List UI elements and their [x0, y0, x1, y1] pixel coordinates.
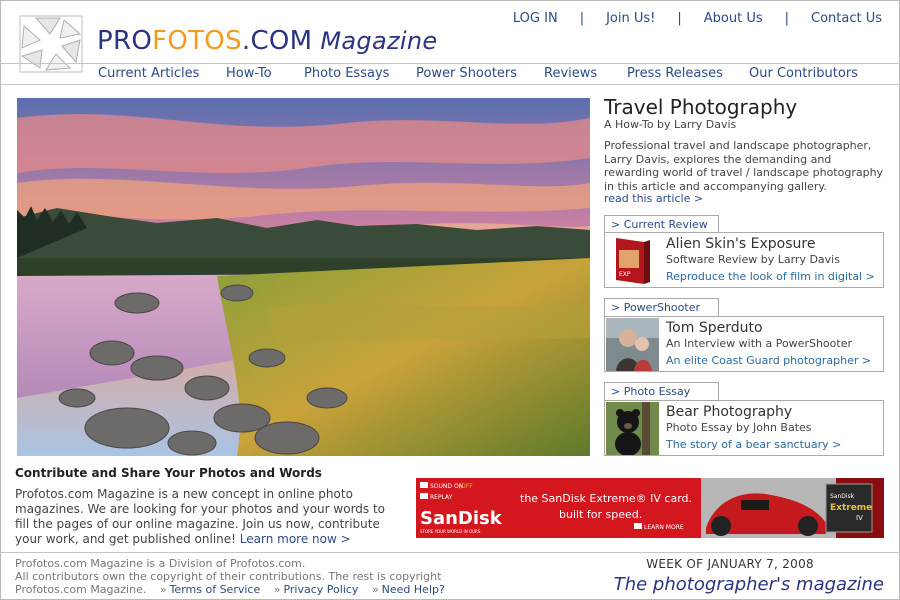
help-link[interactable]: Need Help?	[382, 583, 445, 596]
about-link[interactable]: About Us	[704, 11, 763, 26]
feature-title[interactable]: Travel Photography	[604, 95, 797, 119]
contribute-heading: Contribute and Share Your Photos and Wor…	[15, 466, 322, 480]
join-link[interactable]: Join Us!	[606, 11, 655, 26]
software-box-icon: EXP	[606, 234, 659, 287]
raquo: »	[159, 583, 167, 596]
bear-icon	[606, 402, 659, 455]
nav-photo-essays[interactable]: Photo Essays	[304, 66, 389, 81]
footer-line-1: Profotos.com Magazine is a Division of P…	[15, 557, 306, 570]
feature-read-more-link[interactable]: read this article >	[604, 192, 703, 205]
nav-reviews[interactable]: Reviews	[544, 66, 597, 81]
ad-card-size: IV	[856, 514, 863, 522]
svg-text:EXP: EXP	[619, 271, 631, 278]
portrait-icon	[606, 318, 659, 371]
tagline: The photographer's magazine	[613, 574, 884, 595]
tab-current-review[interactable]: > Current Review	[604, 215, 719, 233]
week-date: WEEK OF JANUARY 7, 2008	[646, 557, 814, 571]
sandisk-ad-banner[interactable]: SanDisk Extreme IV SOUND ON /OFF REPLAY …	[416, 478, 884, 538]
contact-link[interactable]: Contact Us	[811, 11, 882, 26]
ad-card-label: Extreme	[830, 503, 872, 513]
card-subtitle: An Interview with a PowerShooter	[666, 337, 852, 350]
nav-current-articles[interactable]: Current Articles	[98, 66, 199, 81]
footer-divider	[0, 552, 900, 553]
login-link[interactable]: LOG IN	[513, 11, 558, 26]
privacy-link[interactable]: Privacy Policy	[283, 583, 358, 596]
separator: |	[579, 11, 585, 26]
card-link[interactable]: Reproduce the look of film in digital >	[666, 270, 875, 283]
card-powershooter[interactable]: Tom Sperduto An Interview with a PowerSh…	[604, 316, 884, 372]
footer-line-2: All contributors own the copyright of th…	[15, 570, 455, 596]
ad-brand-logo: SanDisk	[420, 508, 503, 529]
brand-com: .COM	[241, 26, 313, 56]
brand-fotos: FOTOS	[152, 26, 242, 56]
card-current-review[interactable]: EXP Alien Skin's Exposure Software Revie…	[604, 232, 884, 288]
top-links: LOG IN | Join Us! | About Us | Contact U…	[513, 11, 882, 26]
terms-link[interactable]: Terms of Service	[170, 583, 261, 596]
ad-replay[interactable]: REPLAY	[430, 494, 453, 501]
separator: |	[677, 11, 682, 26]
ad-sound-off[interactable]: /OFF	[459, 483, 473, 490]
card-subtitle: Photo Essay by John Bates	[666, 421, 812, 434]
separator: |	[784, 11, 789, 26]
ad-learn-more[interactable]: LEARN MORE	[644, 524, 684, 531]
ad-headline-2: built for speed.	[559, 508, 642, 521]
nav-how-to[interactable]: How-To	[226, 66, 272, 81]
raquo: »	[371, 583, 379, 596]
ad-card-brand: SanDisk	[830, 493, 855, 500]
card-title[interactable]: Alien Skin's Exposure	[666, 236, 815, 252]
ad-headline-1: the SanDisk Extreme® IV card.	[520, 492, 692, 505]
brand-wordmark[interactable]: PROFOTOS.COM Magazine	[97, 26, 437, 56]
tab-powershooter[interactable]: > PowerShooter	[604, 298, 719, 316]
ad-brand-tag: STORE YOUR WORLD IN OURS	[420, 529, 481, 534]
contribute-body: Profotos.com Magazine is a new concept i…	[15, 487, 400, 547]
card-title[interactable]: Tom Sperduto	[666, 320, 763, 336]
raquo: »	[273, 583, 281, 596]
card-subtitle: Software Review by Larry Davis	[666, 253, 840, 266]
brand-pro: PRO	[97, 26, 153, 56]
nav-our-contributors[interactable]: Our Contributors	[749, 66, 858, 81]
card-link[interactable]: The story of a bear sanctuary >	[666, 438, 841, 451]
card-link[interactable]: An elite Coast Guard photographer >	[666, 354, 871, 367]
learn-more-link[interactable]: Learn more now >	[240, 532, 351, 546]
brand-magazine: Magazine	[320, 27, 438, 55]
feature-byline: A How-To by Larry Davis	[604, 118, 737, 131]
card-photo-essay[interactable]: Bear Photography Photo Essay by John Bat…	[604, 400, 884, 456]
nav-power-shooters[interactable]: Power Shooters	[416, 66, 517, 81]
tab-photo-essay[interactable]: > Photo Essay	[604, 382, 719, 400]
hero-landscape-photo[interactable]	[17, 98, 590, 456]
footer-text: Profotos.com Magazine is a Division of P…	[15, 557, 455, 596]
nav-press-releases[interactable]: Press Releases	[627, 66, 723, 81]
feature-body: Professional travel and landscape photog…	[604, 139, 884, 193]
card-title[interactable]: Bear Photography	[666, 404, 792, 420]
